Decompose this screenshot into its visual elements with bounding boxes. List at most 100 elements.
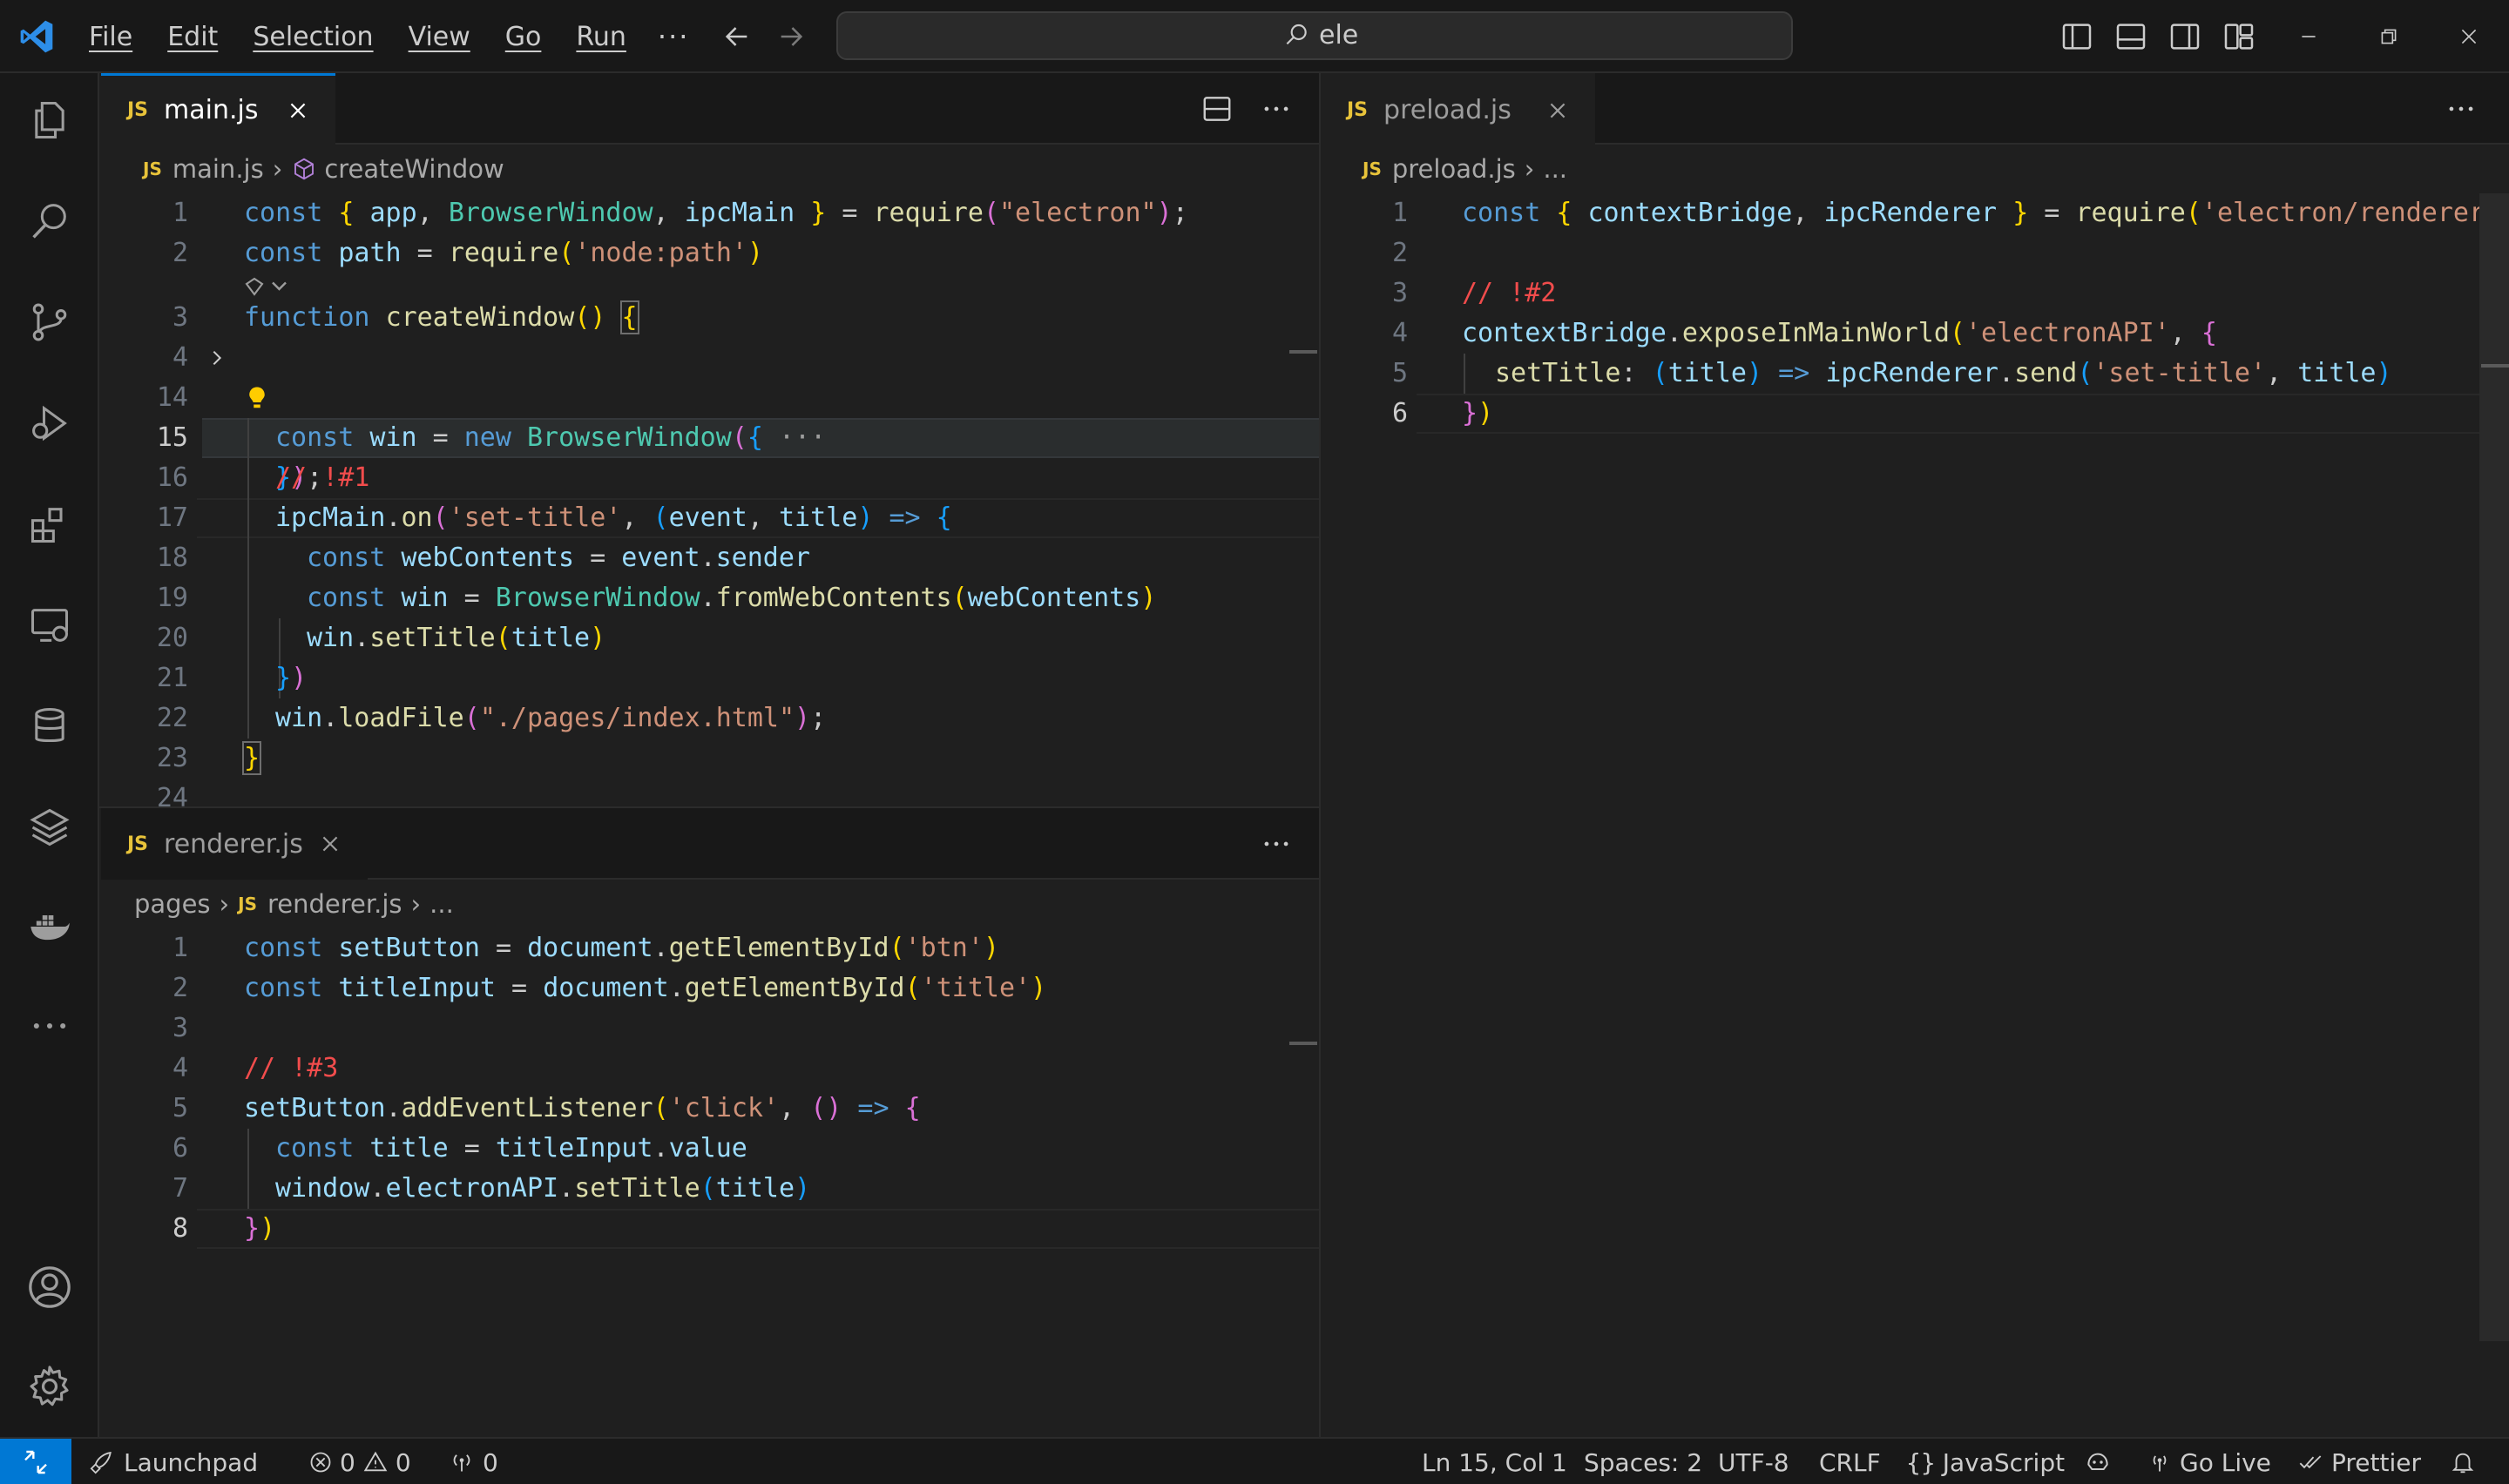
broadcast-icon xyxy=(453,1454,470,1472)
line-number: 2 xyxy=(1391,238,1408,268)
launchpad-item[interactable]: Launchpad xyxy=(87,1439,258,1484)
extensions-icon[interactable] xyxy=(25,500,74,549)
toggle-panel-icon[interactable] xyxy=(2113,19,2148,54)
line-number: 8 xyxy=(172,1213,188,1244)
line-ending[interactable]: CRLF xyxy=(1819,1439,1881,1484)
close-icon[interactable] xyxy=(319,833,342,855)
close-window-icon[interactable] xyxy=(2450,17,2488,56)
js-file-icon: JS xyxy=(1347,99,1369,121)
menu-go[interactable]: Go xyxy=(505,22,542,52)
js-file-icon: JS xyxy=(238,894,258,914)
code-area[interactable]: 1 const setButton = document.getElementBy… xyxy=(101,928,1319,1437)
braces-icon: {} xyxy=(1906,1447,1936,1477)
language-mode[interactable]: {} JavaScript xyxy=(1906,1439,2065,1484)
language-label: JavaScript xyxy=(1942,1447,2066,1477)
search-icon xyxy=(1286,24,1307,44)
layers-icon[interactable] xyxy=(25,803,74,852)
ports-item[interactable]: 0 xyxy=(448,1439,498,1484)
cursor-position[interactable]: Ln 15, Col 1 xyxy=(1422,1439,1567,1484)
line-number: 23 xyxy=(156,743,188,773)
line-number: 21 xyxy=(156,663,188,693)
editor-group-preload: JS preload.js JS preload.js › ... 1 const… xyxy=(1321,73,2509,1437)
ports-count: 0 xyxy=(483,1447,498,1477)
line-number: 4 xyxy=(172,342,188,373)
scrollbar-marker xyxy=(1289,1042,1317,1045)
more-actions-icon[interactable] xyxy=(1260,827,1293,860)
tab-bar: JS renderer.js xyxy=(101,808,1319,880)
line-number: 4 xyxy=(1391,318,1408,348)
indentation[interactable]: Spaces: 2 xyxy=(1584,1439,1702,1484)
notifications-bell-icon[interactable] xyxy=(2450,1439,2476,1484)
title-bar: File Edit Selection View Go Run ··· ele xyxy=(0,0,2509,73)
menu-edit[interactable]: Edit xyxy=(167,22,218,52)
prettier-label: Prettier xyxy=(2331,1447,2421,1477)
database-icon[interactable] xyxy=(25,702,74,751)
line-number: 3 xyxy=(1391,278,1408,308)
remote-indicator[interactable] xyxy=(0,1439,71,1484)
more-icon[interactable] xyxy=(25,1002,74,1050)
menu-run[interactable]: Run xyxy=(576,22,626,52)
line-number: 19 xyxy=(156,583,188,613)
line-number: 1 xyxy=(1391,198,1408,228)
more-actions-icon[interactable] xyxy=(1260,92,1293,125)
broadcast-icon xyxy=(2153,1455,2167,1472)
back-arrow-icon[interactable] xyxy=(718,17,756,56)
breadcrumb: JS preload.js › ... xyxy=(1363,145,1567,193)
tab-preload-js[interactable]: JS preload.js xyxy=(1321,73,1595,145)
run-debug-icon[interactable] xyxy=(25,399,74,448)
settings-gear-icon[interactable] xyxy=(25,1362,74,1411)
minimize-icon[interactable] xyxy=(2289,17,2328,56)
copilot-icon[interactable] xyxy=(2082,1439,2113,1484)
remote-icon xyxy=(24,1450,47,1474)
docker-icon[interactable] xyxy=(25,902,74,951)
search-text: ele xyxy=(1319,20,1359,51)
breadcrumb-rest[interactable]: ... xyxy=(429,889,454,919)
menu-more-icon[interactable]: ··· xyxy=(658,20,690,53)
more-actions-icon[interactable] xyxy=(2445,92,2478,125)
toggle-primary-sidebar-icon[interactable] xyxy=(2059,19,2094,54)
toggle-secondary-sidebar-icon[interactable] xyxy=(2167,19,2202,54)
breadcrumb-file[interactable]: preload.js xyxy=(1392,154,1516,184)
menu-file[interactable]: File xyxy=(89,22,132,52)
vscode-logo-icon[interactable] xyxy=(17,17,56,56)
encoding[interactable]: UTF-8 xyxy=(1718,1439,1789,1484)
go-live-label: Go Live xyxy=(2180,1447,2271,1477)
command-center-search[interactable]: ele xyxy=(836,11,1793,60)
prettier-item[interactable]: Prettier xyxy=(2296,1439,2421,1484)
account-icon[interactable] xyxy=(25,1263,74,1312)
tab-bar: JS main.js xyxy=(101,73,1319,145)
remote-explorer-icon[interactable] xyxy=(25,601,74,650)
restore-icon[interactable] xyxy=(2370,17,2408,56)
line-number: 6 xyxy=(172,1133,188,1164)
vertical-scrollbar[interactable] xyxy=(2479,193,2509,1341)
fold-chevron-icon[interactable] xyxy=(207,348,227,368)
customize-layout-icon[interactable] xyxy=(2222,19,2256,54)
search-icon[interactable] xyxy=(25,197,74,246)
tab-label: renderer.js xyxy=(164,828,303,860)
line-number: 22 xyxy=(156,703,188,733)
breadcrumb-file[interactable]: renderer.js xyxy=(267,889,402,919)
go-live-item[interactable]: Go Live xyxy=(2147,1439,2271,1484)
forward-arrow-icon[interactable] xyxy=(772,17,810,56)
menu-view[interactable]: View xyxy=(409,22,470,52)
explorer-icon[interactable] xyxy=(25,96,74,145)
tab-main-js[interactable]: JS main.js xyxy=(101,73,335,145)
error-icon xyxy=(310,1452,331,1473)
menu-selection[interactable]: Selection xyxy=(253,22,373,52)
breadcrumb-folder[interactable]: pages xyxy=(134,889,211,919)
close-icon[interactable] xyxy=(1546,99,1569,122)
source-control-icon[interactable] xyxy=(25,298,74,347)
breadcrumb-file[interactable]: main.js xyxy=(172,154,264,184)
line-number: 3 xyxy=(172,1013,188,1043)
launchpad-label: Launchpad xyxy=(124,1447,259,1477)
warning-icon xyxy=(363,1451,388,1472)
line-number: 24 xyxy=(156,783,188,806)
code-area[interactable]: 1 const { app, BrowserWindow, ipcMain } =… xyxy=(101,193,1319,806)
breadcrumb-symbol[interactable]: createWindow xyxy=(324,154,504,184)
close-icon[interactable] xyxy=(287,99,309,122)
problems-item[interactable]: 0 0 xyxy=(308,1439,411,1484)
code-area[interactable]: 1 const { contextBridge, ipcRenderer } = … xyxy=(1321,193,2509,1437)
split-editor-icon[interactable] xyxy=(1200,92,1234,125)
breadcrumb-rest[interactable]: ... xyxy=(1543,154,1567,184)
tab-renderer-js[interactable]: JS renderer.js xyxy=(101,808,368,880)
